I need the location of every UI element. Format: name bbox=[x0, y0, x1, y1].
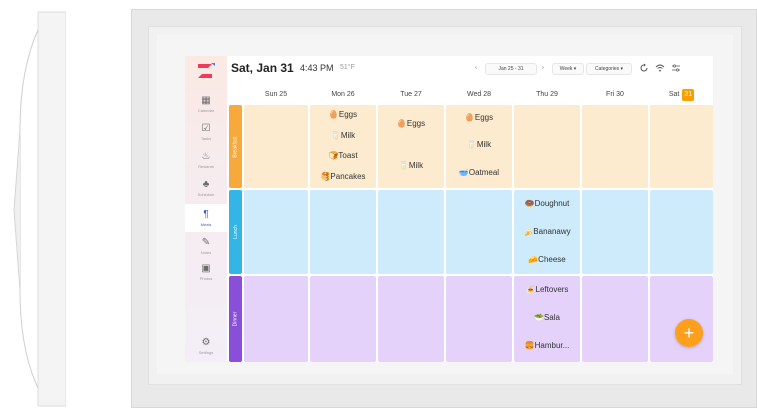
meal-cell-lunch-sat[interactable] bbox=[650, 190, 713, 274]
meal-cell-lunch-sun[interactable] bbox=[244, 190, 308, 274]
row-label-breakfast: Breakfast bbox=[229, 105, 242, 188]
row-label-text: Breakfast bbox=[232, 135, 239, 158]
meal-cell-breakfast-fri[interactable] bbox=[582, 105, 648, 188]
meal-item[interactable]: 🥚Eggs bbox=[310, 110, 376, 119]
meal-cell-breakfast-mon[interactable]: 🥚Eggs 🥛Milk 🍞Toast 🥞Pancakes bbox=[310, 105, 376, 188]
meal-cell-dinner-wed[interactable] bbox=[446, 276, 512, 362]
row-label-text: Dinner bbox=[232, 311, 239, 327]
sidebar-item-schedule[interactable]: ♣ Schedule bbox=[185, 174, 227, 202]
day-header-wed: Wed 28 bbox=[467, 91, 491, 98]
sidebar-item-label: Rewards bbox=[198, 163, 214, 169]
meal-cell-dinner-thu[interactable]: 🍝Leftovers 🥗Sala 🍔Hambur... bbox=[514, 276, 580, 362]
calendar-icon: ▦ bbox=[201, 94, 211, 106]
top-bar: Sat, Jan 31 4:43 PM 51°F ‹ Jan 25 - 31 ›… bbox=[227, 56, 713, 80]
meal-cell-breakfast-thu[interactable] bbox=[514, 105, 580, 188]
meal-cell-breakfast-sat[interactable] bbox=[650, 105, 713, 188]
meal-item[interactable]: 🧀Cheese bbox=[514, 255, 580, 264]
meal-cell-breakfast-wed[interactable]: 🥚Eggs 🥛Milk 🥣Oatmeal bbox=[446, 105, 512, 188]
schedule-icon: ♣ bbox=[202, 178, 210, 190]
meal-cell-dinner-sat[interactable] bbox=[650, 276, 713, 362]
add-meal-button[interactable]: + bbox=[675, 319, 703, 347]
wifi-icon[interactable] bbox=[655, 63, 665, 73]
meal-cell-dinner-fri[interactable] bbox=[582, 276, 648, 362]
row-label-lunch: Lunch bbox=[229, 190, 242, 274]
prev-week-button[interactable]: ‹ bbox=[471, 63, 481, 73]
sidebar-item-calendar[interactable]: ▦ Calendar bbox=[185, 90, 227, 118]
meal-item[interactable]: 🥚Eggs bbox=[446, 113, 512, 122]
tasks-icon: ☑ bbox=[201, 122, 211, 134]
sidebar-item-label: Photos bbox=[199, 275, 213, 281]
today-badge: 31 bbox=[682, 89, 695, 101]
weather-readout: 51°F bbox=[340, 64, 355, 71]
row-label-text: Lunch bbox=[232, 225, 239, 239]
day-header-sat: Sat 31 bbox=[650, 89, 713, 101]
notes-icon: ✎ bbox=[201, 236, 211, 248]
sidebar-item-label: Schedule bbox=[197, 191, 215, 197]
row-label-dinner: Dinner bbox=[229, 276, 242, 362]
refresh-icon[interactable] bbox=[639, 63, 649, 73]
meal-item[interactable]: 🥛Milk bbox=[378, 161, 444, 170]
meal-cell-breakfast-sun[interactable] bbox=[244, 105, 308, 188]
meal-item[interactable]: 🍔Hambur... bbox=[514, 341, 580, 350]
sliders-icon[interactable] bbox=[671, 63, 681, 73]
sidebar-item-label: Tasks bbox=[200, 135, 212, 141]
meal-cell-lunch-thu[interactable]: 🍩Doughnut 🍌Bananawy 🧀Cheese bbox=[514, 190, 580, 274]
day-header-thu: Thu 29 bbox=[536, 91, 558, 98]
meal-cell-lunch-tue[interactable] bbox=[378, 190, 444, 274]
sidebar-item-meals[interactable]: ¶ Meals bbox=[185, 204, 227, 232]
sidebar-item-tasks[interactable]: ☑ Tasks bbox=[185, 118, 227, 146]
meal-item[interactable]: 🥛Milk bbox=[310, 131, 376, 140]
meal-item[interactable]: 🍌Bananawy bbox=[514, 227, 580, 236]
sidebar: ▦ Calendar ☑ Tasks ♨ Rewards ♣ Schedule … bbox=[185, 56, 227, 362]
sidebar-item-settings[interactable]: ⚙ Settings bbox=[185, 332, 227, 360]
meal-cell-dinner-sun[interactable] bbox=[244, 276, 308, 362]
day-header-sun: Sun 25 bbox=[264, 91, 288, 98]
meal-cell-dinner-tue[interactable] bbox=[378, 276, 444, 362]
sidebar-item-label: Settings bbox=[198, 349, 214, 355]
meal-cell-breakfast-tue[interactable]: 🥚Eggs 🥛Milk bbox=[378, 105, 444, 188]
meal-item[interactable]: 🥛Milk bbox=[446, 140, 512, 149]
day-header-tue: Tue 27 bbox=[400, 91, 422, 98]
meal-item[interactable]: 🥗Sala bbox=[514, 313, 580, 322]
meal-cell-lunch-wed[interactable] bbox=[446, 190, 512, 274]
meal-item[interactable]: 🍩Doughnut bbox=[514, 199, 580, 208]
meal-item[interactable]: 🍞Toast bbox=[310, 151, 376, 160]
meal-cell-lunch-mon[interactable] bbox=[310, 190, 376, 274]
date-range-button[interactable]: Jan 25 - 31 bbox=[485, 63, 537, 75]
meal-item[interactable]: 🍝Leftovers bbox=[514, 285, 580, 294]
meals-icon: ¶ bbox=[203, 208, 209, 220]
sidebar-item-label: Notes bbox=[200, 249, 212, 255]
current-time: 4:43 PM bbox=[300, 63, 334, 73]
device-side-view bbox=[13, 11, 66, 407]
app-logo-icon bbox=[198, 63, 215, 78]
day-header-sat-label: Sat bbox=[668, 91, 680, 98]
meal-cell-lunch-fri[interactable] bbox=[582, 190, 648, 274]
sidebar-item-label: Meals bbox=[200, 221, 212, 227]
photos-icon: ▣ bbox=[201, 262, 211, 274]
categories-select[interactable]: Categories ▾ bbox=[586, 63, 632, 75]
day-header-fri: Fri 30 bbox=[606, 91, 624, 98]
meal-cell-dinner-mon[interactable] bbox=[310, 276, 376, 362]
sidebar-item-notes[interactable]: ✎ Notes bbox=[185, 232, 227, 260]
calendar-screen: ▦ Calendar ☑ Tasks ♨ Rewards ♣ Schedule … bbox=[185, 56, 713, 362]
current-date: Sat, Jan 31 bbox=[231, 61, 294, 75]
meal-item[interactable]: 🥞Pancakes bbox=[310, 172, 376, 181]
sidebar-item-photos[interactable]: ▣ Photos bbox=[185, 258, 227, 286]
rewards-icon: ♨ bbox=[201, 150, 211, 162]
view-select[interactable]: Week ▾ bbox=[552, 63, 584, 75]
next-week-button[interactable]: › bbox=[538, 63, 548, 73]
meal-item[interactable]: 🥚Eggs bbox=[378, 119, 444, 128]
day-header-mon: Mon 26 bbox=[331, 91, 355, 98]
sidebar-item-rewards[interactable]: ♨ Rewards bbox=[185, 146, 227, 174]
meal-item[interactable]: 🥣Oatmeal bbox=[446, 168, 512, 177]
settings-icon: ⚙ bbox=[201, 336, 211, 348]
sidebar-item-label: Calendar bbox=[197, 107, 215, 113]
